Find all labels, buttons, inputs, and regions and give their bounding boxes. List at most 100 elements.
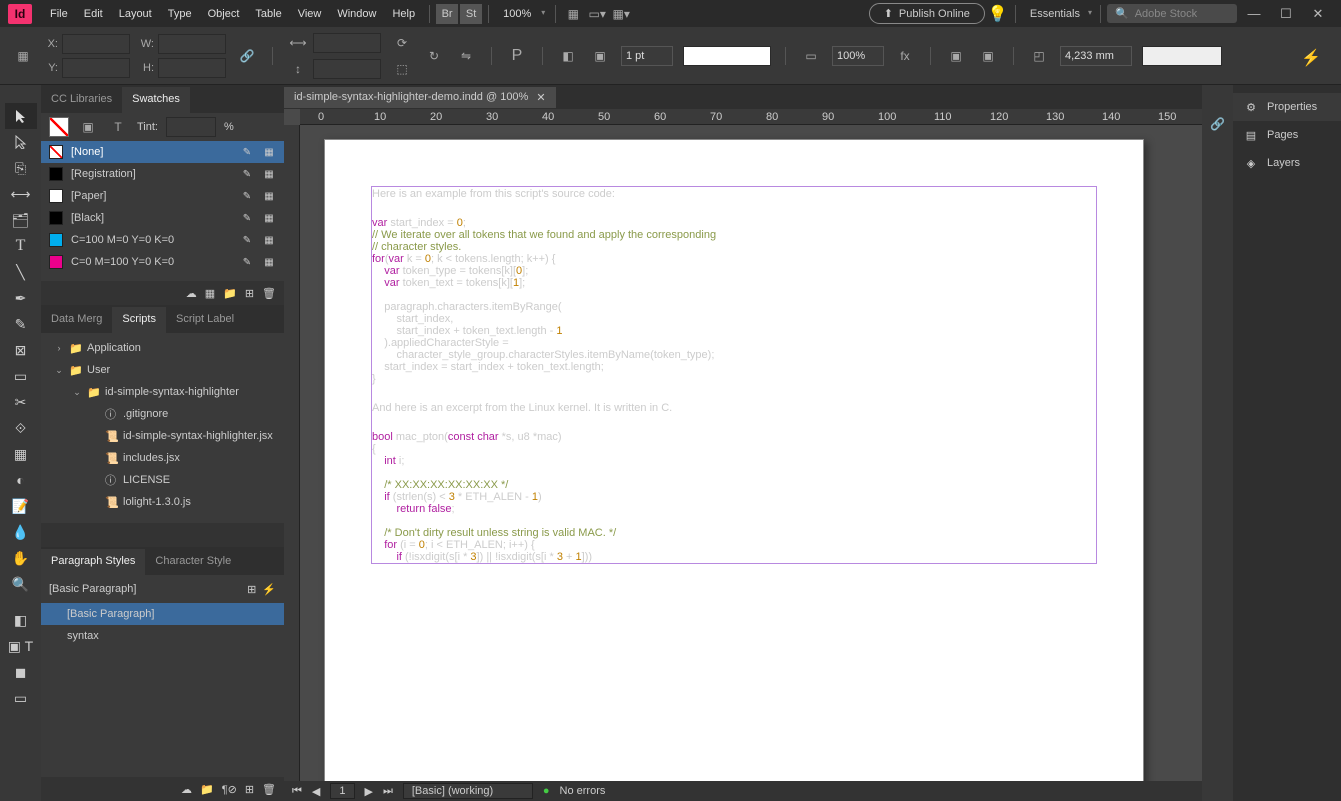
- menu-file[interactable]: File: [42, 4, 76, 24]
- edit-icon[interactable]: ✎: [240, 255, 254, 269]
- script-item[interactable]: ⓘ.gitignore: [41, 403, 284, 425]
- stroke-proxy-icon[interactable]: ▣: [589, 45, 611, 67]
- pencil-tool[interactable]: ✎: [5, 311, 37, 337]
- tab-swatches[interactable]: Swatches: [122, 87, 190, 113]
- y-field[interactable]: [62, 58, 130, 78]
- tab-scripts[interactable]: Scripts: [112, 307, 166, 333]
- para-style-row[interactable]: syntax: [41, 625, 284, 647]
- edit-icon[interactable]: ✎: [240, 189, 254, 203]
- tab-paragraph-styles[interactable]: Paragraph Styles: [41, 549, 145, 575]
- swatch-row[interactable]: [Black]✎▦: [41, 207, 284, 229]
- edit-icon[interactable]: ✎: [240, 233, 254, 247]
- scale-x-field[interactable]: [313, 33, 381, 53]
- rectangle-tool[interactable]: ▭: [5, 363, 37, 389]
- close-button[interactable]: ✕: [1303, 4, 1333, 24]
- preflight-profile[interactable]: [Basic] (working): [403, 783, 533, 799]
- new-group-icon[interactable]: 📁: [223, 287, 237, 300]
- swatch-row[interactable]: [Registration]✎▦: [41, 163, 284, 185]
- delete-swatch-icon[interactable]: 🗑: [262, 287, 276, 300]
- swatch-container-icon[interactable]: ▣: [77, 116, 99, 138]
- corner-size-field[interactable]: 4,233 mm: [1060, 46, 1132, 66]
- script-item[interactable]: 📜includes.jsx: [41, 447, 284, 469]
- panel-layers[interactable]: ◈Layers: [1233, 149, 1341, 177]
- menu-table[interactable]: Table: [247, 4, 289, 24]
- close-tab-icon[interactable]: ✕: [536, 91, 545, 104]
- screen-mode-tool[interactable]: ▭: [5, 685, 37, 711]
- swatch-row[interactable]: [None]✎▦: [41, 141, 284, 163]
- tab-cc-libraries[interactable]: CC Libraries: [41, 87, 122, 113]
- constrain-icon[interactable]: 🔗: [236, 45, 258, 67]
- menu-object[interactable]: Object: [200, 4, 248, 24]
- rectangle-frame-tool[interactable]: ⊠: [5, 337, 37, 363]
- content-collector-tool[interactable]: 🗂: [5, 207, 37, 233]
- swatch-row[interactable]: C=100 M=0 Y=0 K=0✎▦: [41, 229, 284, 251]
- screen-mode-icon[interactable]: ▦: [562, 3, 584, 25]
- prev-page-icon[interactable]: ◀: [312, 785, 320, 798]
- text-wrap-bound-icon[interactable]: ▣: [977, 45, 999, 67]
- menu-view[interactable]: View: [290, 4, 330, 24]
- stroke-style-field[interactable]: [683, 46, 771, 66]
- menu-help[interactable]: Help: [384, 4, 423, 24]
- last-page-icon[interactable]: ⏭: [383, 785, 393, 798]
- edit-icon[interactable]: ✎: [240, 145, 254, 159]
- stock-button[interactable]: St: [460, 4, 482, 24]
- delete-style-icon[interactable]: 🗑: [262, 783, 276, 796]
- page-field[interactable]: 1: [330, 783, 354, 799]
- help-icon[interactable]: 💡: [987, 3, 1009, 25]
- gradient-feather-tool[interactable]: ◐: [5, 467, 37, 493]
- cloud-icon[interactable]: ☁: [186, 287, 197, 300]
- tab-script-label[interactable]: Script Label: [166, 307, 244, 333]
- x-field[interactable]: [62, 34, 130, 54]
- script-item[interactable]: 📜id-simple-syntax-highlighter.jsx: [41, 425, 284, 447]
- selection-tool[interactable]: [5, 103, 37, 129]
- text-wrap-none-icon[interactable]: ▣: [945, 45, 967, 67]
- fill-stroke-proxy[interactable]: ◧: [5, 607, 37, 633]
- swatch-text-icon[interactable]: T: [107, 116, 129, 138]
- swatch-row[interactable]: [Paper]✎▦: [41, 185, 284, 207]
- page-tool[interactable]: ⎘: [5, 155, 37, 181]
- pen-tool[interactable]: ✒: [5, 285, 37, 311]
- swatch-row[interactable]: C=0 M=100 Y=0 K=0✎▦: [41, 251, 284, 273]
- publish-online-button[interactable]: ⬆Publish Online: [869, 3, 985, 24]
- gpu-icon[interactable]: ⚡: [1301, 48, 1321, 68]
- scissors-tool[interactable]: ✂: [5, 389, 37, 415]
- rotate-cw-icon[interactable]: ↻: [423, 45, 445, 67]
- cloud-icon[interactable]: ☁: [181, 783, 192, 796]
- clear-override-icon[interactable]: ⚡: [262, 583, 276, 596]
- free-transform-tool[interactable]: ⟐: [5, 415, 37, 441]
- tint-field[interactable]: [166, 117, 216, 137]
- script-item[interactable]: 📜lolight-1.3.0.js: [41, 491, 284, 513]
- document-tab[interactable]: id-simple-syntax-highlighter-demo.indd @…: [284, 87, 556, 108]
- view-options-icon[interactable]: ▦▾: [610, 3, 632, 25]
- errors-label[interactable]: No errors: [560, 785, 606, 797]
- new-swatch-icon[interactable]: ⊞: [245, 287, 254, 300]
- reference-point-icon[interactable]: ▦: [12, 45, 34, 67]
- char-panel-icon[interactable]: P: [506, 45, 528, 67]
- formatting-container-icon[interactable]: ▣ T: [5, 633, 37, 659]
- fill-proxy-icon[interactable]: ◧: [557, 45, 579, 67]
- scale-pct-field[interactable]: 100%: [832, 46, 884, 66]
- panel-pages[interactable]: ▤Pages: [1233, 121, 1341, 149]
- apply-color-icon[interactable]: ◼: [5, 659, 37, 685]
- line-tool[interactable]: ╲: [5, 259, 37, 285]
- gap-tool[interactable]: ⟷: [5, 181, 37, 207]
- edit-icon[interactable]: ✎: [240, 167, 254, 181]
- zoom-level[interactable]: 100%: [495, 6, 549, 22]
- minimize-button[interactable]: ―: [1239, 4, 1269, 24]
- tab-data-merg[interactable]: Data Merg: [41, 307, 112, 333]
- effects-icon[interactable]: fx: [894, 45, 916, 67]
- shear-icon[interactable]: ⬚: [391, 58, 413, 80]
- horizontal-ruler[interactable]: 0102030405060708090100110120130140150: [300, 109, 1202, 125]
- text-frame[interactable]: Here is an example from this script's so…: [371, 186, 1097, 564]
- menu-type[interactable]: Type: [160, 4, 200, 24]
- script-item[interactable]: ⌄📁id-simple-syntax-highlighter: [41, 381, 284, 403]
- new-group-icon[interactable]: 📁: [200, 783, 214, 796]
- menu-window[interactable]: Window: [329, 4, 384, 24]
- workspace-switcher[interactable]: Essentials: [1022, 6, 1094, 22]
- scale-y-field[interactable]: [313, 59, 381, 79]
- maximize-button[interactable]: ☐: [1271, 4, 1301, 24]
- menu-layout[interactable]: Layout: [111, 4, 160, 24]
- flip-icon[interactable]: ⇋: [455, 45, 477, 67]
- hand-tool[interactable]: ✋: [5, 545, 37, 571]
- gradient-swatch-tool[interactable]: ▦: [5, 441, 37, 467]
